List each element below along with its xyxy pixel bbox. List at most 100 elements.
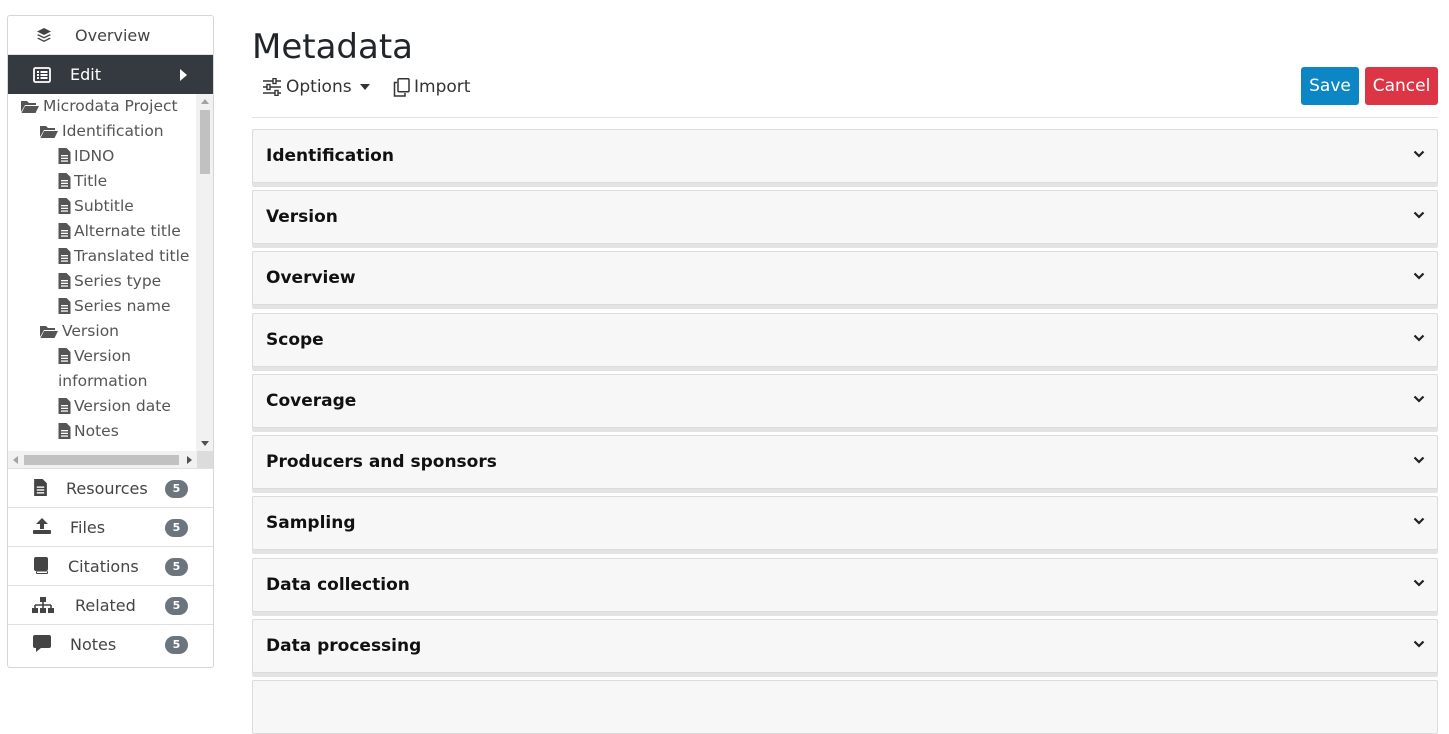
tree-item[interactable]: Title	[58, 172, 107, 190]
nav-citations-label: Citations	[68, 556, 139, 576]
tree-folder[interactable]: Version	[39, 322, 119, 340]
tree-vertical-scrollbar[interactable]	[196, 94, 213, 451]
file-text-icon	[58, 348, 71, 364]
copy-icon	[393, 77, 410, 97]
section-version[interactable]: Version	[252, 190, 1438, 244]
nav-files[interactable]: Files 5	[8, 508, 213, 547]
save-button[interactable]: Save	[1301, 67, 1359, 105]
book-icon	[34, 557, 48, 574]
section-producers-and-sponsors[interactable]: Producers and sponsors	[252, 435, 1438, 489]
tree-item-label: Series name	[74, 297, 171, 315]
header-divider	[252, 117, 1438, 118]
options-label: Options	[286, 77, 352, 97]
metadata-tree: Microdata Project Identification IDNO Ti…	[8, 94, 197, 451]
section-data-collection[interactable]: Data collection	[252, 558, 1438, 612]
tree-item[interactable]: Series name	[58, 297, 171, 315]
section-identification[interactable]: Identification	[252, 129, 1438, 183]
nav-related-label: Related	[75, 595, 136, 615]
count-badge: 5	[165, 597, 188, 615]
file-text-icon	[58, 223, 71, 239]
count-badge: 5	[165, 480, 188, 498]
tree-item-continuation: information	[58, 372, 147, 390]
nav-notes[interactable]: Notes 5	[8, 625, 213, 664]
chevron-down-icon	[1413, 211, 1425, 219]
section-title: Data processing	[266, 636, 422, 656]
nav-edit-label: Edit	[70, 65, 101, 84]
section-data-processing[interactable]: Data processing	[252, 619, 1438, 673]
options-dropdown[interactable]: Options	[262, 76, 370, 98]
tree-horizontal-scrollbar[interactable]	[8, 451, 197, 468]
section-title: Identification	[266, 146, 394, 166]
section-title: Scope	[266, 330, 324, 350]
section-partial[interactable]	[252, 680, 1438, 734]
upload-icon	[33, 518, 51, 534]
section-scope[interactable]: Scope	[252, 313, 1438, 367]
tree-item[interactable]: Version	[58, 347, 131, 365]
file-text-icon	[58, 248, 71, 264]
tree-folder-label: Version	[62, 322, 119, 340]
import-button[interactable]: Import	[393, 76, 470, 98]
tree-item[interactable]: Subtitle	[58, 197, 134, 215]
scrollbar-corner	[197, 451, 213, 468]
tree-item[interactable]: Series type	[58, 272, 161, 290]
file-icon	[34, 479, 47, 496]
section-coverage[interactable]: Coverage	[252, 374, 1438, 428]
section-title: Sampling	[266, 513, 356, 533]
section-overview[interactable]: Overview	[252, 251, 1438, 305]
section-title: Overview	[266, 268, 356, 288]
chevron-down-icon	[1413, 272, 1425, 280]
scroll-thumb[interactable]	[24, 455, 179, 465]
scroll-thumb[interactable]	[200, 110, 210, 174]
tree-item[interactable]: Notes	[58, 422, 119, 440]
chevron-down-icon	[1413, 334, 1425, 342]
section-title: Version	[266, 207, 338, 227]
tree-item[interactable]: Version date	[58, 397, 171, 415]
file-text-icon	[58, 173, 71, 189]
caret-right-icon	[180, 69, 187, 81]
tree-root[interactable]: Microdata Project	[20, 97, 178, 115]
layers-icon	[37, 28, 51, 42]
scroll-up-arrow-icon[interactable]	[201, 99, 209, 104]
scroll-down-arrow-icon[interactable]	[201, 441, 209, 446]
tree-item-label: Translated title	[74, 247, 190, 265]
tree-item[interactable]: Alternate title	[58, 222, 181, 240]
nav-related[interactable]: Related 5	[8, 586, 213, 625]
section-title: Producers and sponsors	[266, 452, 497, 472]
section-title: Data collection	[266, 575, 410, 595]
nav-overview[interactable]: Overview	[8, 16, 213, 55]
tree-item-label: Subtitle	[74, 197, 134, 215]
chevron-down-icon	[1413, 517, 1425, 525]
tree-item-label-continuation: information	[58, 372, 148, 390]
nav-notes-label: Notes	[70, 635, 117, 654]
page-title: Metadata	[252, 27, 414, 67]
folder-open-icon	[21, 100, 39, 113]
chevron-down-icon	[1413, 456, 1425, 464]
folder-open-icon	[40, 125, 58, 138]
list-alt-icon	[33, 67, 51, 83]
file-text-icon	[58, 148, 71, 164]
tree-item[interactable]: IDNO	[58, 147, 114, 165]
count-badge: 5	[165, 558, 188, 576]
nav-resources[interactable]: Resources 5	[8, 469, 213, 508]
sidebar: Overview Edit Microdata Project Identifi…	[7, 15, 214, 668]
section-sampling[interactable]: Sampling	[252, 496, 1438, 550]
comment-icon	[33, 635, 51, 652]
import-label: Import	[414, 77, 471, 97]
section-title: Coverage	[266, 391, 357, 411]
tree-item-label: Title	[74, 172, 108, 190]
scroll-left-arrow-icon[interactable]	[13, 456, 18, 464]
count-badge: 5	[165, 519, 188, 537]
chevron-down-icon	[1413, 395, 1425, 403]
scroll-right-arrow-icon[interactable]	[187, 456, 192, 464]
nav-edit[interactable]: Edit	[8, 55, 213, 94]
cancel-button[interactable]: Cancel	[1365, 67, 1438, 105]
chevron-down-icon	[1413, 150, 1425, 158]
file-text-icon	[58, 398, 71, 414]
tree-folder[interactable]: Identification	[39, 122, 164, 140]
file-text-icon	[58, 423, 71, 439]
tree-item[interactable]: Translated title	[58, 247, 189, 265]
nav-overview-label: Overview	[75, 25, 151, 45]
count-badge: 5	[165, 636, 188, 654]
nav-citations[interactable]: Citations 5	[8, 547, 213, 586]
folder-open-icon	[40, 325, 58, 338]
